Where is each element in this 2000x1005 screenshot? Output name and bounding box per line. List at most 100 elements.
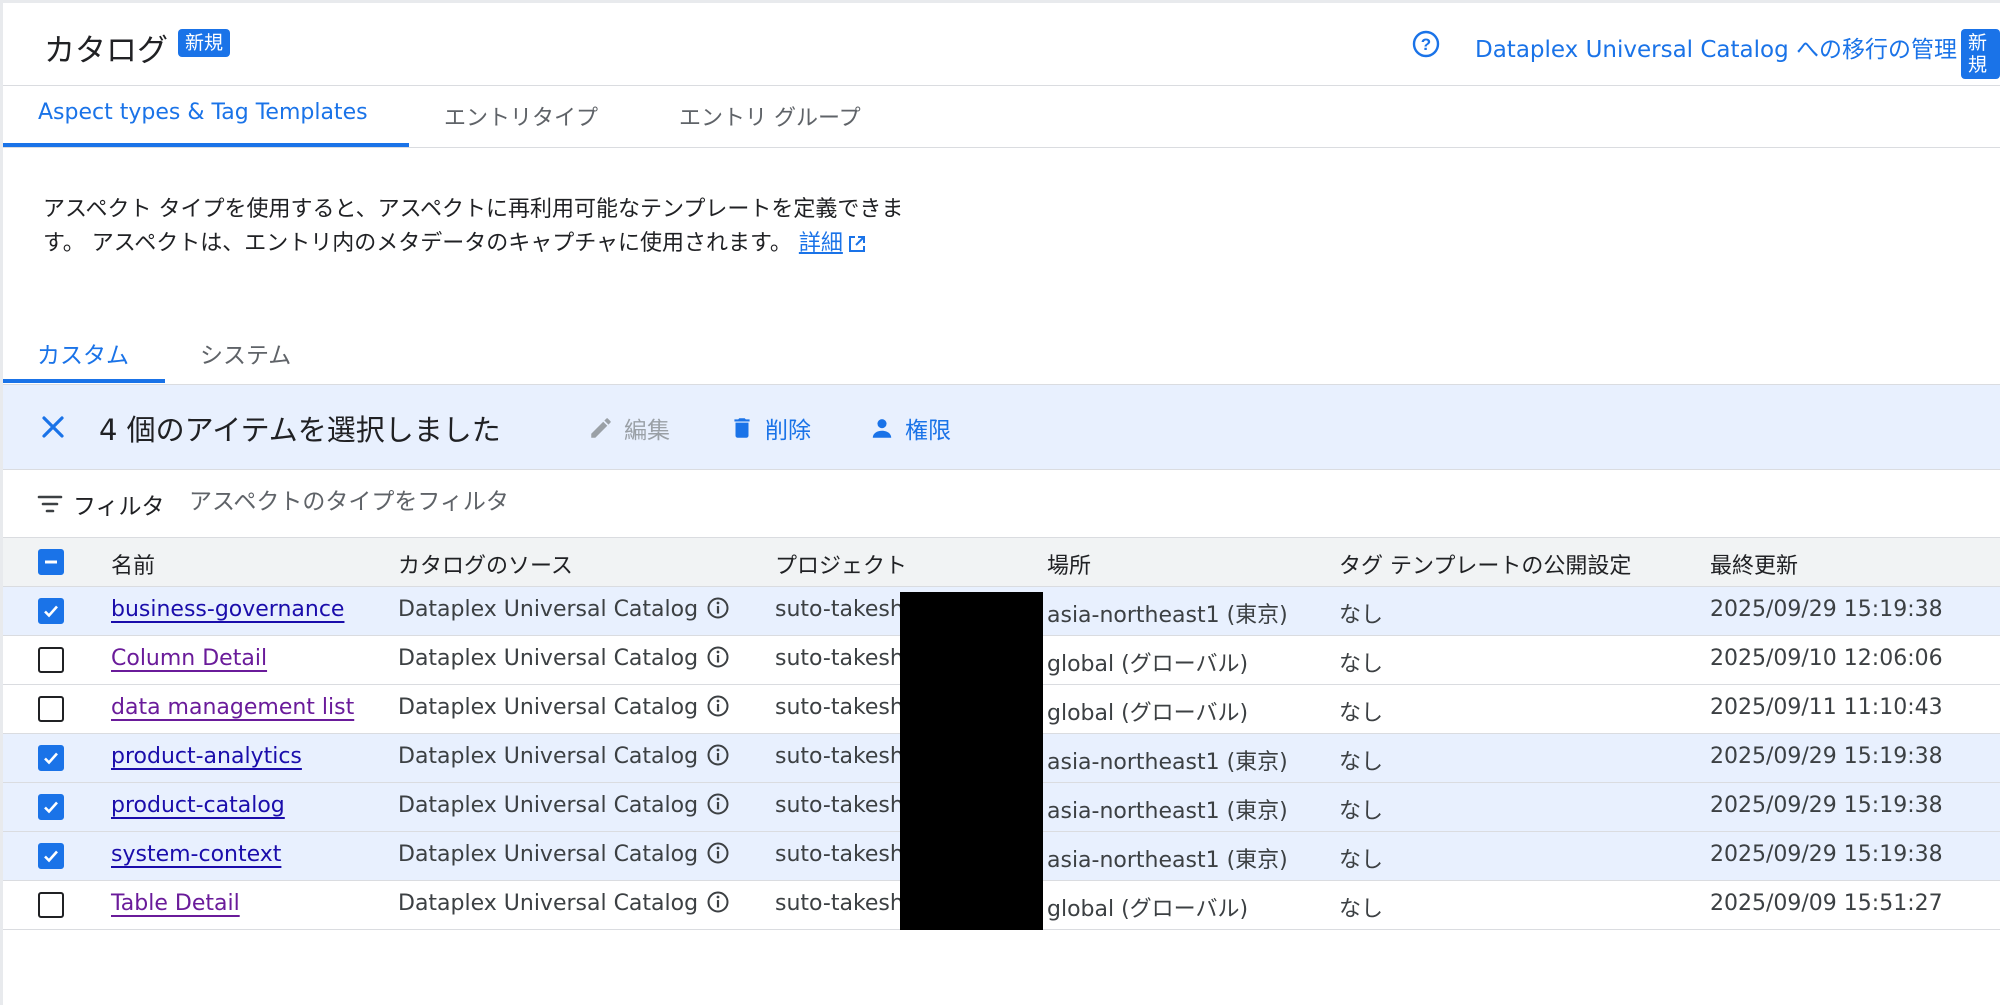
info-icon[interactable] bbox=[706, 645, 730, 669]
column-header-project[interactable]: プロジェクト bbox=[775, 548, 907, 580]
filter-label: フィルタ bbox=[73, 494, 165, 520]
row-checkbox[interactable] bbox=[38, 647, 64, 673]
row-checkbox[interactable] bbox=[38, 794, 64, 820]
location-cell: global (グローバル) bbox=[1047, 652, 1249, 677]
source-text: Dataplex Universal Catalog bbox=[398, 695, 699, 720]
source-cell: Dataplex Universal Catalog bbox=[398, 695, 730, 720]
source-text: Dataplex Universal Catalog bbox=[398, 646, 699, 671]
name-cell: product-catalog bbox=[111, 793, 285, 818]
sub-tabs: カスタム システム bbox=[3, 320, 2000, 383]
info-icon[interactable] bbox=[706, 596, 730, 620]
updated-cell: 2025/09/29 15:19:38 bbox=[1710, 744, 1943, 769]
aspect-type-link[interactable]: business-governance bbox=[111, 597, 344, 622]
checkmark-icon bbox=[44, 752, 58, 765]
learn-more-link[interactable]: 詳細 bbox=[799, 231, 867, 256]
help-icon[interactable]: ? bbox=[1411, 29, 1441, 59]
project-cell: suto-takesh bbox=[775, 695, 904, 720]
aspect-type-link[interactable]: product-catalog bbox=[111, 793, 285, 818]
migration-link[interactable]: Dataplex Universal Catalog への移行の管理 bbox=[1475, 30, 1957, 64]
selection-count: 4 個のアイテムを選択しました bbox=[99, 413, 501, 447]
column-header-visibility[interactable]: タグ テンプレートの公開設定 bbox=[1339, 548, 1631, 580]
aspect-type-link[interactable]: system-context bbox=[111, 842, 281, 867]
updated-cell: 2025/09/29 15:19:38 bbox=[1710, 597, 1943, 622]
row-checkbox[interactable] bbox=[38, 745, 64, 771]
table-header: 名前 カタログのソース プロジェクト 場所 タグ テンプレートの公開設定 最終更… bbox=[3, 538, 2000, 587]
source-cell: Dataplex Universal Catalog bbox=[398, 891, 730, 916]
aspect-type-link[interactable]: data management list bbox=[111, 695, 354, 720]
source-text: Dataplex Universal Catalog bbox=[398, 793, 699, 818]
row-checkbox[interactable] bbox=[38, 843, 64, 869]
location-cell: asia-northeast1 (東京) bbox=[1047, 848, 1288, 873]
visibility-cell: なし bbox=[1339, 701, 1384, 726]
learn-more-label[interactable]: 詳細 bbox=[799, 231, 843, 256]
location-cell: global (グローバル) bbox=[1047, 701, 1249, 726]
tab-entry-groups[interactable]: エントリ グループ bbox=[679, 100, 861, 132]
aspect-type-link[interactable]: Table Detail bbox=[111, 891, 240, 916]
row-checkbox[interactable] bbox=[38, 696, 64, 722]
source-cell: Dataplex Universal Catalog bbox=[398, 597, 730, 622]
page-header: カタログ 新規 ? Dataplex Universal Catalog への移… bbox=[3, 3, 2000, 86]
source-text: Dataplex Universal Catalog bbox=[398, 842, 699, 867]
name-cell: Table Detail bbox=[111, 891, 240, 916]
column-header-name[interactable]: 名前 bbox=[111, 548, 155, 580]
source-text: Dataplex Universal Catalog bbox=[398, 891, 699, 916]
tab-aspect-types[interactable]: Aspect types & Tag Templates bbox=[38, 100, 368, 125]
close-icon[interactable] bbox=[37, 411, 69, 443]
column-header-updated[interactable]: 最終更新 bbox=[1710, 548, 1798, 580]
indeterminate-icon bbox=[45, 560, 57, 564]
info-icon[interactable] bbox=[706, 890, 730, 914]
aspect-type-link[interactable]: product-analytics bbox=[111, 744, 302, 769]
aspect-type-link[interactable]: Column Detail bbox=[111, 646, 267, 671]
new-badge: 新規 bbox=[178, 29, 231, 57]
pencil-icon bbox=[591, 418, 611, 438]
project-cell: suto-takesh bbox=[775, 891, 904, 916]
filter-lines-icon[interactable] bbox=[37, 492, 63, 516]
column-header-source[interactable]: カタログのソース bbox=[398, 548, 573, 580]
selection-bar: 4 個のアイテムを選択しました 編集 削除 権限 bbox=[3, 384, 2000, 470]
column-header-location[interactable]: 場所 bbox=[1047, 548, 1091, 580]
location-cell: asia-northeast1 (東京) bbox=[1047, 799, 1288, 824]
visibility-cell: なし bbox=[1339, 750, 1384, 775]
info-icon[interactable] bbox=[706, 694, 730, 718]
tab-custom[interactable]: カスタム bbox=[37, 336, 129, 370]
checkmark-icon bbox=[44, 801, 58, 814]
select-all-checkbox[interactable] bbox=[38, 549, 64, 575]
project-cell: suto-takesh bbox=[775, 744, 904, 769]
permissions-button[interactable]: 権限 bbox=[869, 411, 951, 445]
source-text: Dataplex Universal Catalog bbox=[398, 597, 699, 622]
source-cell: Dataplex Universal Catalog bbox=[398, 646, 730, 671]
name-cell: business-governance bbox=[111, 597, 344, 622]
page-title: カタログ bbox=[44, 33, 168, 69]
location-cell: asia-northeast1 (東京) bbox=[1047, 750, 1288, 775]
name-cell: product-analytics bbox=[111, 744, 302, 769]
row-checkbox[interactable] bbox=[38, 598, 64, 624]
active-tab-indicator bbox=[3, 143, 409, 147]
person-icon bbox=[872, 419, 892, 438]
info-icon[interactable] bbox=[706, 792, 730, 816]
visibility-cell: なし bbox=[1339, 652, 1384, 677]
description-text: アスペクト タイプを使用すると、アスペクトに再利用可能なテンプレートを定義できま… bbox=[43, 197, 904, 256]
filter-input[interactable] bbox=[187, 481, 891, 523]
info-icon[interactable] bbox=[706, 841, 730, 865]
project-cell: suto-takesh bbox=[775, 793, 904, 818]
migration-new-badge: 新規 bbox=[1961, 29, 2000, 79]
visibility-cell: なし bbox=[1339, 603, 1384, 628]
updated-cell: 2025/09/29 15:19:38 bbox=[1710, 793, 1943, 818]
row-checkbox[interactable] bbox=[38, 892, 64, 918]
edit-button[interactable]: 編集 bbox=[588, 411, 670, 445]
external-link-icon bbox=[848, 236, 865, 252]
permissions-label: 権限 bbox=[905, 418, 951, 444]
tab-system[interactable]: システム bbox=[200, 336, 291, 370]
name-cell: Column Detail bbox=[111, 646, 267, 671]
svg-text:?: ? bbox=[1421, 35, 1431, 54]
checkmark-icon bbox=[44, 850, 58, 863]
checkmark-icon bbox=[44, 605, 58, 618]
source-cell: Dataplex Universal Catalog bbox=[398, 842, 730, 867]
project-cell: suto-takesh bbox=[775, 646, 904, 671]
tab-entry-types[interactable]: エントリタイプ bbox=[444, 100, 598, 132]
delete-button[interactable]: 削除 bbox=[729, 411, 811, 445]
description: アスペクト タイプを使用すると、アスペクトに再利用可能なテンプレートを定義できま… bbox=[43, 193, 913, 261]
trash-icon bbox=[734, 418, 750, 438]
info-icon[interactable] bbox=[706, 743, 730, 767]
main-tabs: Aspect types & Tag Templates エントリタイプ エント… bbox=[3, 86, 2000, 148]
